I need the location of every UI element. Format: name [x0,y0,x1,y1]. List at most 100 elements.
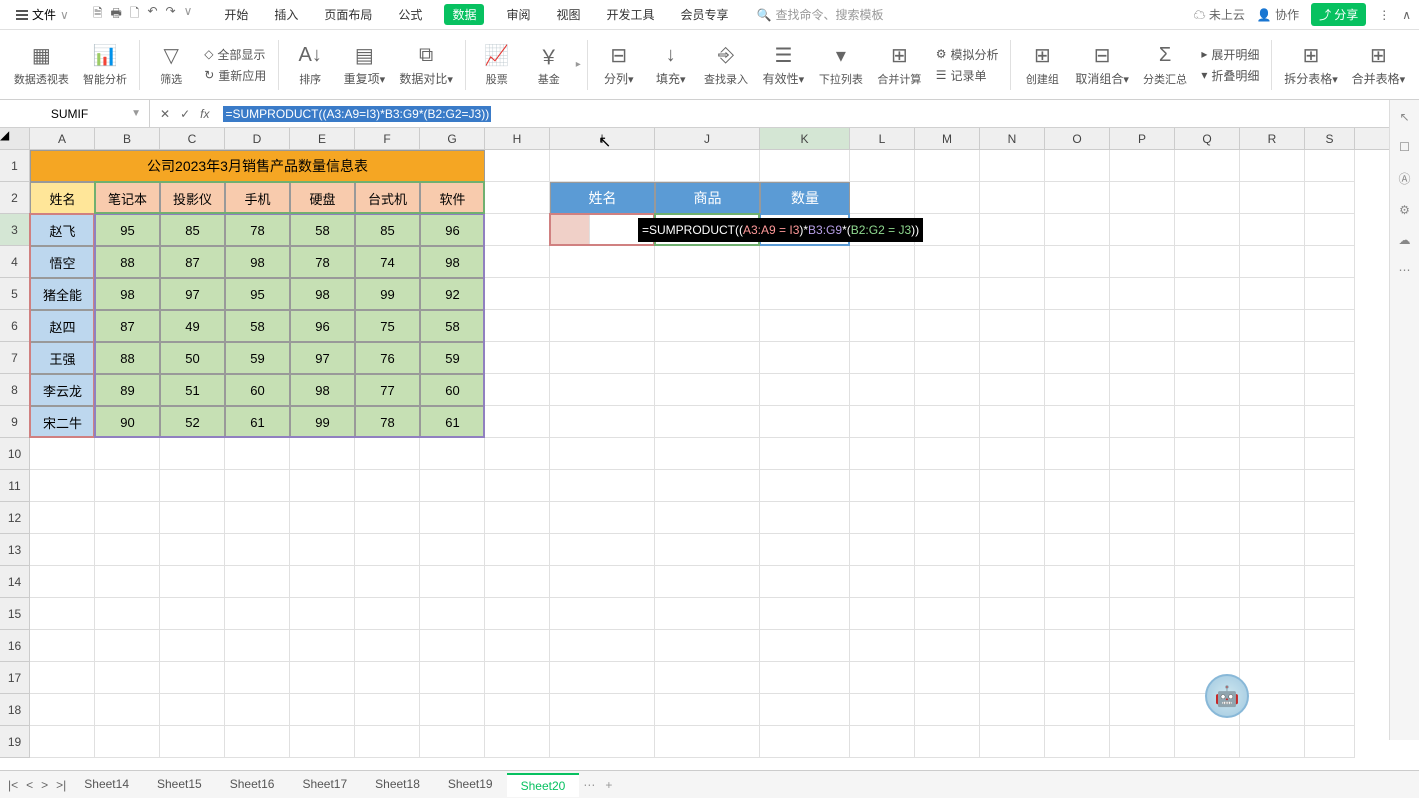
print-icon[interactable]: 🖶 [110,4,121,25]
row-header-14[interactable]: 14 [0,566,30,598]
validation-button[interactable]: ☰有效性▾ [756,42,810,87]
col-header-R[interactable]: R [1240,128,1305,149]
row-header-11[interactable]: 11 [0,470,30,502]
col-header-J[interactable]: J [655,128,760,149]
col-header-L[interactable]: L [850,128,915,149]
side-settings-icon[interactable]: ⚙ [1399,203,1410,217]
col-header-B[interactable]: B [95,128,160,149]
sheet-next-icon[interactable]: > [41,778,48,792]
sheet-first-icon[interactable]: |< [8,778,18,792]
fill-button[interactable]: ↓填充▾ [646,42,696,87]
file-menu[interactable]: 文件∨ [8,4,77,25]
col-header-M[interactable]: M [915,128,980,149]
tab-layout[interactable]: 页面布局 [320,4,376,25]
group-button[interactable]: ⊞创建组 [1017,43,1067,87]
sheet-tab-sheet20[interactable]: Sheet20 [507,773,580,797]
title-cell[interactable]: 公司2023年3月销售产品数量信息表 [30,150,485,182]
undo-icon[interactable]: ↶ [147,4,157,25]
preview-icon[interactable]: 🗋 [130,4,140,25]
cloud-status[interactable]: ☁ 未上云 [1194,6,1245,23]
lookup-name[interactable]: 姓名 [550,182,655,214]
row-header-13[interactable]: 13 [0,534,30,566]
row-header-1[interactable]: 1 [0,150,30,182]
tab-dev[interactable]: 开发工具 [602,4,658,25]
ungroup-button[interactable]: ⊟取消组合▾ [1069,42,1134,87]
col-header-F[interactable]: F [355,128,420,149]
tab-view[interactable]: 视图 [552,4,584,25]
smart-analysis-button[interactable]: 📊智能分析 [77,43,134,87]
row-header-17[interactable]: 17 [0,662,30,694]
side-more-icon[interactable]: ⋯ [1399,263,1411,277]
consolidate-button[interactable]: ⊞合并计算 [871,43,928,87]
name-box[interactable]: ▼ [0,100,150,127]
find-input-button[interactable]: ⎆查找录入 [698,43,755,87]
sheet-tab-sheet16[interactable]: Sheet16 [216,773,289,797]
side-cursor-icon[interactable]: ↖ [1399,110,1409,124]
record-button[interactable]: ☰ 记录单 [936,67,999,84]
redo-icon[interactable]: ↷ [166,4,176,25]
cancel-formula-icon[interactable]: ✕ [160,107,170,121]
row-header-7[interactable]: 7 [0,342,30,374]
side-backup-icon[interactable]: ☁ [1399,233,1411,247]
more-icon[interactable]: ⋮ [1378,8,1390,22]
row-header-5[interactable]: 5 [0,278,30,310]
accept-formula-icon[interactable]: ✓ [180,107,190,121]
row-header-15[interactable]: 15 [0,598,30,630]
collab-button[interactable]: 👤 协作 [1257,6,1299,23]
col-header-E[interactable]: E [290,128,355,149]
row-header-19[interactable]: 19 [0,726,30,758]
tab-data[interactable]: 数据 [444,4,484,25]
col-header-K[interactable]: K [760,128,850,149]
row-header-9[interactable]: 9 [0,406,30,438]
tab-review[interactable]: 审阅 [502,4,534,25]
col-header-D[interactable]: D [225,128,290,149]
tab-member[interactable]: 会员专享 [677,4,733,25]
share-button[interactable]: ⤴ 分享 [1311,3,1366,26]
add-sheet-icon[interactable]: + [605,778,612,792]
row-header-6[interactable]: 6 [0,310,30,342]
col-header-Q[interactable]: Q [1175,128,1240,149]
formula-bar[interactable]: =SUMPRODUCT((A3:A9=I3)*B3:G9*(B2:G2=J3)) [219,100,1419,127]
tab-insert[interactable]: 插入 [270,4,302,25]
col-header-O[interactable]: O [1045,128,1110,149]
split-button[interactable]: ⊟分列▾ [594,42,644,87]
row-header-2[interactable]: 2 [0,182,30,214]
pivot-button[interactable]: ▦数据透视表 [8,43,75,87]
simulation-button[interactable]: ⚙ 模拟分析 [936,46,999,63]
row-header-10[interactable]: 10 [0,438,30,470]
fund-button[interactable]: ￥基金 [524,43,574,87]
col-header-A[interactable]: A [30,128,95,149]
col-header-G[interactable]: G [420,128,485,149]
duplicates-button[interactable]: ▤重复项▾ [337,42,391,87]
side-style-icon[interactable]: Ⓐ [1398,170,1410,187]
sheet-tab-sheet19[interactable]: Sheet19 [434,773,507,797]
side-select-icon[interactable]: ☐ [1399,140,1410,154]
save-icon[interactable]: 🗎 [93,4,103,25]
command-search[interactable]: 🔍 查找命令、搜索模板 [757,6,884,23]
col-header-I[interactable]: I [550,128,655,149]
sheet-more-icon[interactable]: ⋯ [583,778,595,792]
row-header-12[interactable]: 12 [0,502,30,534]
col-header-H[interactable]: H [485,128,550,149]
showall-button[interactable]: ◇ 全部显示 [204,46,266,63]
expand-detail-button[interactable]: ▸ 展开明细 [1201,46,1259,63]
stock-button[interactable]: 📈股票 [472,43,522,87]
sort-button[interactable]: A↓排序 [285,43,335,87]
sheet-tab-sheet18[interactable]: Sheet18 [361,773,434,797]
merge-table-button[interactable]: ⊞合并表格▾ [1346,42,1411,87]
fx-icon[interactable]: fx [200,107,209,121]
row-header-4[interactable]: 4 [0,246,30,278]
header-name[interactable]: 姓名 [30,182,95,214]
row-header-16[interactable]: 16 [0,630,30,662]
col-header-S[interactable]: S [1305,128,1355,149]
lookup-qty[interactable]: 数量 [760,182,850,214]
filter-button[interactable]: ▽筛选 [146,43,196,87]
sheet-last-icon[interactable]: >| [56,778,66,792]
tab-start[interactable]: 开始 [220,4,252,25]
reapply-button[interactable]: ↻ 重新应用 [204,67,266,84]
col-header-P[interactable]: P [1110,128,1175,149]
row-header-18[interactable]: 18 [0,694,30,726]
name-box-input[interactable] [8,107,131,121]
sheet-tab-sheet14[interactable]: Sheet14 [70,773,143,797]
row-header-3[interactable]: 3 [0,214,30,246]
